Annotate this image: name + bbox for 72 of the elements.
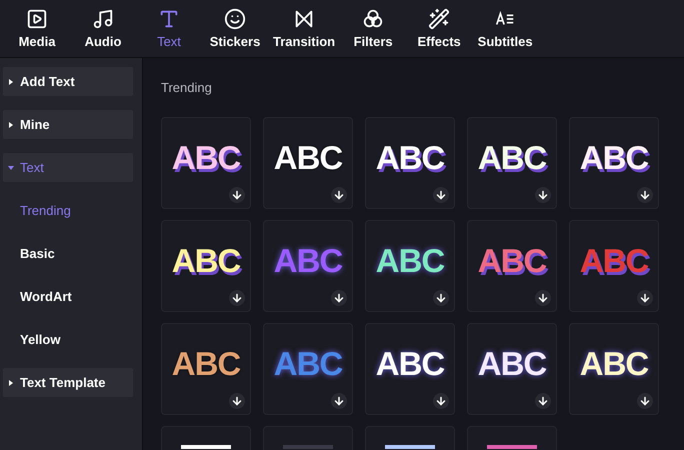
toolbar-tab[interactable]: Audio bbox=[72, 8, 134, 51]
style-preview-text: ABC bbox=[580, 244, 648, 277]
subcategory-item[interactable]: Trending bbox=[3, 196, 71, 225]
download-icon bbox=[535, 392, 551, 408]
download-icon bbox=[433, 392, 449, 408]
text-style-tile[interactable]: ABC bbox=[263, 322, 353, 414]
download-icon bbox=[229, 392, 245, 408]
download-icon bbox=[229, 186, 245, 202]
style-preview-text: ABC bbox=[376, 141, 444, 174]
style-preview-text: ABC bbox=[274, 141, 342, 174]
text-style-tile[interactable]: ABC bbox=[467, 116, 557, 208]
toolbar-tab[interactable]: Text bbox=[138, 8, 200, 51]
download-icon bbox=[433, 186, 449, 202]
play-icon bbox=[26, 8, 48, 30]
text-style-tile[interactable]: ABC bbox=[161, 322, 251, 414]
subcategory-item[interactable]: WordArt bbox=[3, 282, 72, 311]
overlapping-circles-icon bbox=[362, 8, 384, 30]
subcategory-item[interactable]: Yellow bbox=[3, 325, 60, 354]
style-preview-text: ABC bbox=[172, 347, 240, 380]
download-icon bbox=[535, 290, 551, 306]
smiley-icon bbox=[224, 8, 246, 30]
download-icon bbox=[229, 290, 245, 306]
style-preview-text: ABC bbox=[274, 244, 342, 277]
subcategory-item[interactable]: Basic bbox=[3, 239, 55, 268]
text-style-tile[interactable]: ABC bbox=[365, 322, 455, 414]
download-icon bbox=[637, 186, 653, 202]
text-style-tile[interactable]: ABC bbox=[467, 220, 557, 312]
text-style-tile[interactable]: ABC bbox=[365, 220, 455, 312]
text-style-tile[interactable]: ABC bbox=[569, 220, 659, 312]
style-preview-text: ABC bbox=[172, 244, 240, 277]
style-preview-text: ABC bbox=[274, 347, 342, 380]
download-icon bbox=[433, 290, 449, 306]
magic-wand-icon bbox=[428, 8, 450, 30]
category-header[interactable]: Add Text bbox=[3, 67, 133, 96]
caret-right-icon bbox=[8, 122, 14, 128]
caret-right-icon bbox=[8, 78, 14, 84]
music-note-icon bbox=[92, 8, 114, 30]
bowtie-icon bbox=[293, 8, 316, 30]
category-header[interactable]: Text bbox=[3, 153, 133, 182]
text-style-tile[interactable]: ABC bbox=[467, 322, 557, 414]
toolbar-tab[interactable]: Effects bbox=[408, 8, 470, 51]
text-style-tile[interactable]: ABC bbox=[263, 116, 353, 208]
toolbar-tab[interactable]: Subtitles bbox=[474, 8, 536, 51]
download-icon bbox=[331, 290, 347, 306]
download-icon bbox=[331, 392, 347, 408]
style-preview-text: ABC bbox=[478, 244, 546, 277]
download-icon bbox=[637, 392, 653, 408]
style-preview-text: ABC bbox=[580, 347, 648, 380]
toolbar-tab[interactable]: Media bbox=[6, 8, 68, 51]
style-preview-text: ABC bbox=[376, 244, 444, 277]
section-title: Trending bbox=[161, 79, 212, 97]
text-style-tile[interactable]: ABC bbox=[161, 116, 251, 208]
style-preview-text: ABC bbox=[478, 347, 546, 380]
text-style-tile[interactable]: ABC bbox=[569, 116, 659, 208]
style-preview-text: ABC bbox=[478, 141, 546, 174]
toolbar-tab[interactable]: Stickers bbox=[204, 8, 266, 51]
download-icon bbox=[637, 290, 653, 306]
text-style-tile[interactable]: ABC bbox=[161, 220, 251, 312]
caret-right-icon bbox=[8, 380, 14, 386]
category-header[interactable]: Mine bbox=[3, 110, 133, 139]
download-icon bbox=[535, 186, 551, 202]
style-preview-text: ABC bbox=[580, 141, 648, 174]
toolbar-tab[interactable]: Transition bbox=[270, 8, 338, 51]
text-style-tile[interactable]: ABC bbox=[263, 220, 353, 312]
style-preview-text: ABC bbox=[376, 347, 444, 380]
text-style-tile[interactable]: ABC bbox=[365, 116, 455, 208]
text-style-tile[interactable]: ABC bbox=[569, 322, 659, 414]
download-icon bbox=[331, 186, 347, 202]
caret-down-icon bbox=[8, 164, 14, 170]
toolbar-tab[interactable]: Filters bbox=[342, 8, 404, 51]
category-header[interactable]: Text Template bbox=[3, 368, 133, 397]
style-preview-text: ABC bbox=[172, 141, 240, 174]
